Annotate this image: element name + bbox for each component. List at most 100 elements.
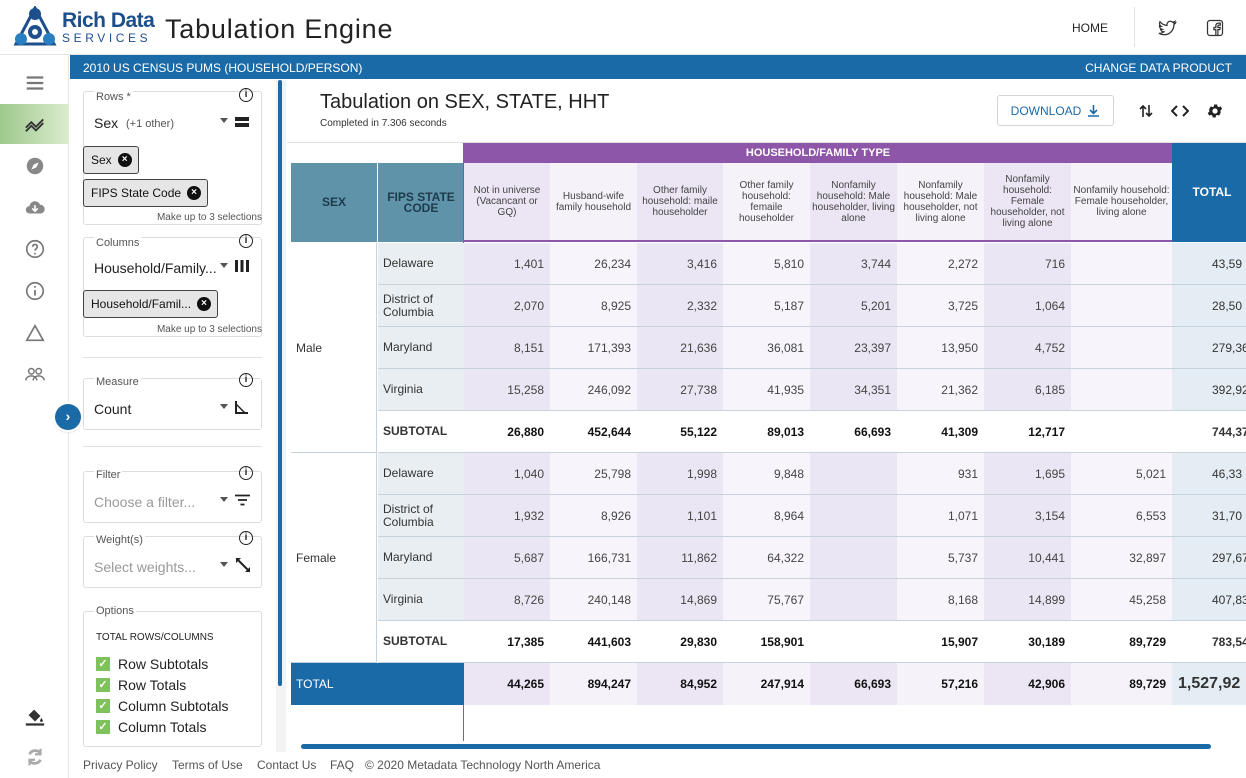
app-root: Rich Data SERVICES Tabulation Engine HOM… — [0, 0, 1246, 778]
value-cell: 89,013 — [723, 411, 810, 453]
value-cell: 1,071 — [897, 495, 984, 537]
compass-icon[interactable] — [22, 153, 48, 179]
gear-icon[interactable] — [1204, 100, 1226, 122]
grand-total-value: 1,527,92 — [1172, 663, 1246, 705]
value-cell: 64,322 — [723, 537, 810, 579]
app-title: Tabulation Engine — [165, 14, 394, 44]
sort-icon[interactable] — [1135, 100, 1157, 122]
column-subtotals-checkbox[interactable]: ✓ Column Subtotals — [96, 698, 229, 714]
rows-info-icon[interactable]: i — [239, 88, 253, 102]
column-chip-household[interactable]: Household/Famil... × — [83, 290, 219, 318]
weights-info-icon[interactable]: i — [239, 531, 253, 545]
checkbox-label: Row Subtotals — [118, 656, 209, 672]
close-icon[interactable]: × — [197, 297, 212, 311]
value-cell: 3,416 — [637, 243, 723, 285]
download-icon — [1088, 105, 1100, 117]
help-icon[interactable] — [22, 236, 48, 262]
faq-link[interactable]: FAQ — [330, 758, 354, 772]
dataset-bar: 2010 US CENSUS PUMS (HOUSEHOLD/PERSON) C… — [70, 55, 1246, 79]
row-subtotals-checkbox[interactable]: ✓ Row Subtotals — [96, 656, 208, 672]
column-header: Nonfamily household: Female householder,… — [984, 163, 1071, 242]
value-cell: 14,899 — [984, 579, 1071, 621]
filter-info-icon[interactable]: i — [239, 466, 253, 480]
triangle-icon[interactable] — [22, 320, 48, 346]
panel-scrollbar-thumb[interactable] — [278, 80, 282, 686]
chevron-down-icon[interactable] — [220, 263, 228, 268]
column-header: Other family household: femaile househol… — [723, 163, 810, 242]
value-cell: 5,737 — [897, 537, 984, 579]
close-icon[interactable]: × — [117, 153, 132, 167]
terms-of-use-link[interactable]: Terms of Use — [172, 758, 243, 772]
grand-total-cell: 84,952 — [637, 663, 723, 705]
table-horizontal-scrollbar[interactable] — [301, 744, 1211, 749]
value-cell: 75,767 — [723, 579, 810, 621]
row-chip-sex[interactable]: Sex × — [83, 146, 139, 174]
state-cell: District of Columbia — [378, 495, 464, 537]
value-cell: 3,725 — [897, 285, 984, 327]
twitter-icon[interactable] — [1157, 18, 1177, 38]
cloud-download-icon[interactable] — [22, 195, 48, 221]
total-header: TOTAL — [1172, 143, 1246, 242]
rows-label: Rows * — [94, 91, 133, 103]
change-data-product-link[interactable]: CHANGE DATA PRODUCT — [1085, 61, 1232, 75]
home-link[interactable]: HOME — [1072, 21, 1108, 35]
grand-total-cell: 66,693 — [810, 663, 897, 705]
columns-hint: Make up to 3 selections — [156, 324, 262, 335]
contact-us-link[interactable]: Contact Us — [257, 758, 316, 772]
download-button[interactable]: DOWNLOAD — [997, 95, 1114, 126]
value-cell: 14,869 — [637, 579, 723, 621]
columns-field[interactable]: Columns i Household/Family... — [83, 234, 262, 337]
value-cell: 246,092 — [550, 369, 637, 411]
subtotal-label: SUBTOTAL — [378, 621, 464, 663]
chevron-down-icon[interactable] — [220, 404, 228, 409]
list-icon[interactable] — [22, 70, 48, 96]
value-cell: 34,351 — [810, 369, 897, 411]
weights-field[interactable]: Weight(s) i Select weights... — [83, 531, 262, 588]
measure-value: Count — [94, 401, 132, 417]
refresh-icon[interactable] — [22, 744, 48, 770]
people-icon[interactable] — [22, 361, 48, 387]
brand-name: Rich Data — [62, 9, 155, 32]
info-icon[interactable] — [22, 278, 48, 304]
filter-input[interactable]: Choose a filter... — [94, 494, 195, 510]
header-divider — [1134, 7, 1135, 47]
check-icon: ✓ — [96, 678, 110, 692]
filter-field[interactable]: Filter i Choose a filter... — [83, 466, 262, 523]
value-cell: 171,393 — [550, 327, 637, 369]
measure-label: Measure — [94, 376, 141, 388]
code-icon[interactable] — [1169, 100, 1191, 122]
facebook-icon[interactable] — [1205, 18, 1225, 38]
row-totals-checkbox[interactable]: ✓ Row Totals — [96, 677, 186, 693]
column-totals-checkbox[interactable]: ✓ Column Totals — [96, 719, 206, 735]
row-chip-fips[interactable]: FIPS State Code × — [83, 179, 209, 207]
value-cell: 41,309 — [897, 411, 984, 453]
value-cell: 23,397 — [810, 327, 897, 369]
value-cell — [1071, 369, 1172, 411]
value-cell: 1,101 — [637, 495, 723, 537]
measure-info-icon[interactable]: i — [239, 373, 253, 387]
rows-layout-icon — [235, 117, 249, 127]
close-icon[interactable]: × — [187, 186, 202, 200]
weights-input[interactable]: Select weights... — [94, 559, 196, 575]
group-label: Female — [291, 453, 377, 663]
measure-field[interactable]: Measure i Count — [83, 373, 262, 430]
collapse-panel-button[interactable]: › — [55, 404, 81, 430]
trend-icon[interactable] — [22, 111, 48, 137]
chip-label: Sex — [91, 153, 112, 167]
privacy-policy-link[interactable]: Privacy Policy — [83, 758, 158, 772]
columns-info-icon[interactable]: i — [239, 234, 253, 248]
state-cell: Maryland — [378, 537, 464, 579]
row-total-cell: 279,36 — [1172, 327, 1246, 369]
value-cell: 716 — [984, 243, 1071, 285]
chevron-down-icon[interactable] — [220, 497, 228, 502]
value-cell: 3,744 — [810, 243, 897, 285]
value-cell: 1,932 — [464, 495, 550, 537]
paint-bucket-icon[interactable] — [22, 703, 48, 729]
grand-total-cell: 57,216 — [897, 663, 984, 705]
value-cell — [1071, 411, 1172, 453]
footer: Privacy Policy Terms of Use Contact Us F… — [70, 752, 1246, 778]
value-cell: 1,064 — [984, 285, 1071, 327]
chevron-down-icon[interactable] — [220, 118, 228, 123]
state-cell: Virginia — [378, 579, 464, 621]
chevron-down-icon[interactable] — [220, 562, 228, 567]
